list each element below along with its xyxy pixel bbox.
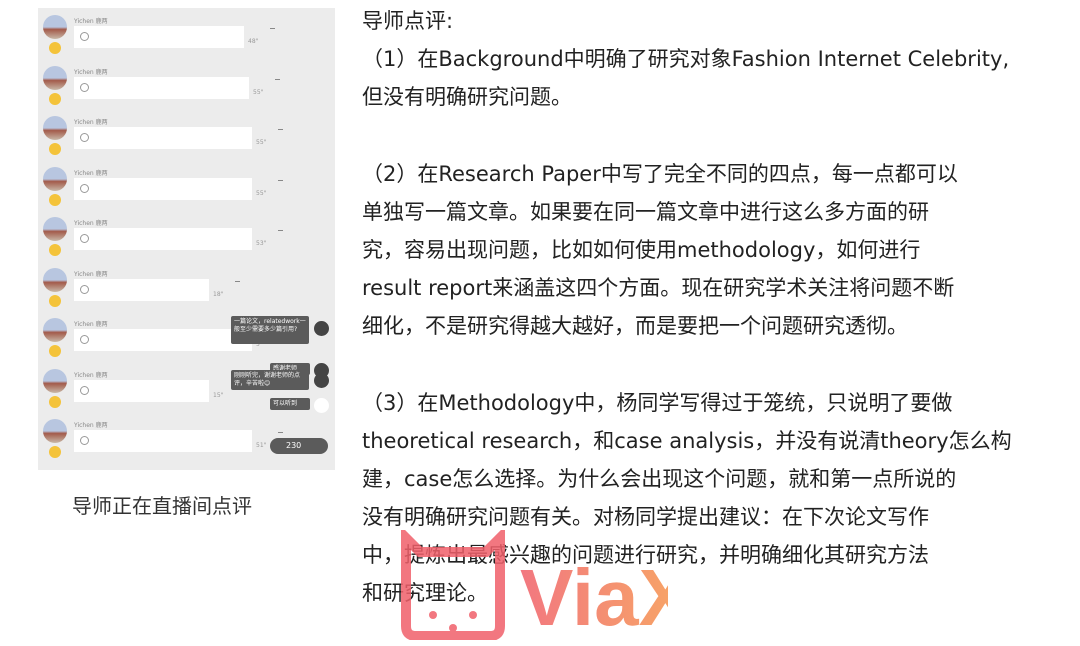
avatar	[43, 166, 67, 191]
voice-duration: 55"	[256, 189, 267, 197]
avatar	[43, 116, 67, 140]
avatar	[43, 267, 67, 292]
play-icon	[80, 284, 89, 294]
review-heading: 导师点评:	[362, 9, 454, 33]
review-line: 建，case怎么选择。为什么会出现这个问题，就和第一点所说的	[362, 467, 957, 491]
chat-message: Yichen 鹿两 53"	[38, 214, 335, 264]
sender-name: Yichen 鹿两	[74, 18, 108, 25]
avatar	[43, 318, 67, 342]
svg-text:ViaX: ViaX	[520, 553, 668, 640]
badge-icon	[49, 446, 61, 458]
chat-message: Yichen 鹿两 55"	[38, 63, 335, 113]
review-line: （3）在Methodology中，杨同学写得过于笼统，只说明了要做	[362, 391, 953, 415]
review-text: 导师点评: （1）在Background中明确了研究对象Fashion Inte…	[362, 2, 1062, 612]
live-comment: 一篇论文，relatedwork一般至少需要多少篇引用?	[231, 316, 309, 344]
voice-duration: 48"	[248, 38, 259, 45]
live-chat-screenshot: Yichen 鹿两 48" Yichen 鹿两 55" Yichen 鹿两 55…	[38, 8, 335, 470]
viax-logo: ViaX	[401, 530, 668, 640]
cat-icon	[401, 530, 505, 640]
live-comment: 可以听到	[270, 398, 310, 410]
divider	[278, 230, 283, 231]
sender-name: Yichen 鹿两	[74, 169, 108, 177]
voice-duration: 53"	[256, 240, 267, 247]
play-icon	[80, 436, 89, 445]
badge-icon	[49, 92, 61, 105]
voice-message[interactable]	[74, 329, 252, 351]
badge-icon	[49, 193, 61, 206]
chat-message: Yichen 鹿两 18"	[38, 265, 335, 315]
badge-icon	[49, 143, 61, 155]
play-icon	[80, 183, 89, 193]
voice-duration: 51"	[256, 442, 267, 449]
voice-message[interactable]	[74, 177, 252, 200]
review-line: result report来涵盖这四个方面。现在研究学术关注将问题不断	[362, 276, 955, 300]
divider	[278, 129, 283, 130]
voice-message[interactable]	[74, 76, 249, 99]
sender-name: Yichen 鹿两	[74, 270, 108, 278]
play-icon	[80, 133, 89, 142]
play-icon	[80, 335, 89, 344]
sender-name: Yichen 鹿两	[74, 371, 108, 379]
review-line: 细化，不是研究得越大越好，而是要把一个问题研究透彻。	[362, 314, 908, 338]
review-line: （2）在Research Paper中写了完全不同的四点，每一点都可以	[362, 162, 958, 186]
review-line: 单独写一篇文章。如果要在同一篇文章中进行这么多方面的研	[362, 200, 929, 224]
voice-message[interactable]	[74, 228, 252, 250]
play-icon	[80, 234, 89, 243]
badge-icon	[49, 244, 61, 256]
voice-message[interactable]	[74, 127, 252, 149]
live-comment: 刚刚听完，谢谢老师的点评，辛苦啦😊	[231, 370, 309, 390]
divider	[275, 78, 280, 80]
chat-message: Yichen 鹿两 55"	[38, 164, 335, 214]
sender-name: Yichen 鹿两	[74, 220, 108, 227]
divider	[235, 280, 240, 282]
divider	[270, 28, 275, 29]
chat-message: Yichen 鹿两 48"	[38, 12, 335, 62]
play-icon	[80, 32, 89, 41]
avatar	[314, 398, 329, 413]
avatar	[43, 15, 67, 39]
play-icon	[80, 385, 89, 395]
badge-icon	[49, 42, 61, 54]
avatar	[43, 217, 67, 241]
avatar	[43, 419, 67, 443]
play-icon	[80, 82, 89, 92]
sender-name: Yichen 鹿两	[74, 119, 108, 126]
chat-message: Yichen 鹿两 55"	[38, 113, 335, 163]
sender-name: Yichen 鹿两	[74, 422, 108, 429]
review-line: 究，容易出现问题，比如如何使用methodology，如何进行	[362, 238, 921, 262]
divider	[278, 432, 283, 433]
image-caption: 导师正在直播间点评	[72, 494, 252, 518]
avatar	[314, 321, 329, 336]
badge-icon	[49, 294, 61, 307]
voice-message[interactable]	[74, 379, 209, 402]
voice-message[interactable]	[74, 26, 244, 48]
sender-name: Yichen 鹿两	[74, 321, 108, 328]
avatar	[43, 368, 67, 393]
voice-message[interactable]	[74, 278, 209, 301]
voice-message[interactable]	[74, 430, 252, 452]
sender-name: Yichen 鹿两	[74, 68, 108, 76]
review-line: （1）在Background中明确了研究对象Fashion Internet C…	[362, 47, 1010, 71]
voice-duration: 55"	[256, 139, 267, 146]
badge-icon	[49, 345, 61, 357]
voice-duration: 18"	[213, 290, 224, 298]
voice-duration: 15"	[213, 391, 224, 399]
voice-duration: 55"	[253, 88, 264, 96]
avatar	[43, 65, 67, 90]
review-line: 但没有明确研究问题。	[362, 85, 572, 109]
avatar	[314, 373, 329, 388]
viewer-count[interactable]: 230	[270, 438, 328, 454]
badge-icon	[49, 395, 61, 408]
divider	[278, 179, 283, 181]
review-line: theoretical research，和case analysis，并没有说…	[362, 429, 1012, 453]
